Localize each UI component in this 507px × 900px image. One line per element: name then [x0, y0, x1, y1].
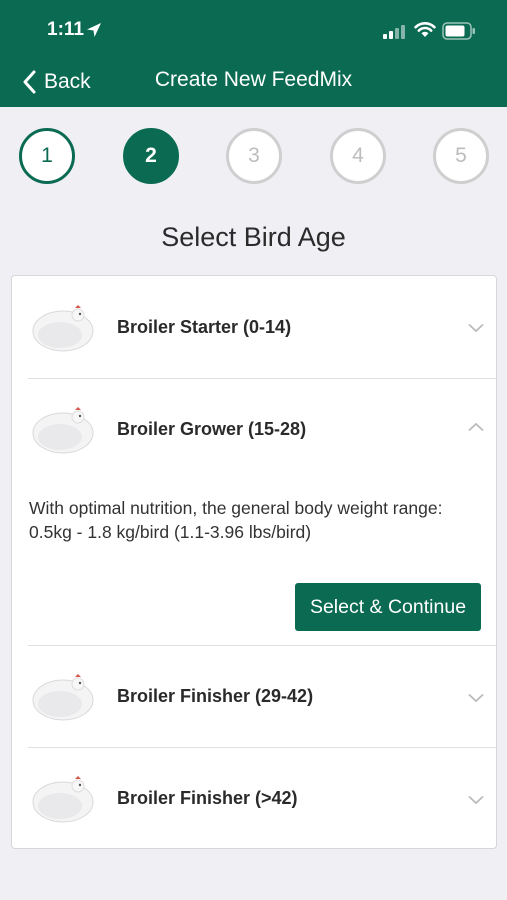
chicken-image: [32, 776, 94, 823]
bird-age-list: Broiler Starter (0-14) Broiler Grower (1…: [11, 275, 497, 849]
age-option-finisher-29-42[interactable]: Broiler Finisher (29-42): [12, 646, 496, 747]
step-1[interactable]: 1: [19, 128, 75, 184]
battery-icon: [442, 22, 475, 40]
status-bar: 1:11: [0, 0, 507, 56]
age-option-title: Broiler Finisher (>42): [117, 788, 298, 808]
chevron-down-icon[interactable]: [468, 693, 484, 703]
chevron-down-icon[interactable]: [468, 795, 484, 805]
age-option-starter[interactable]: Broiler Starter (0-14): [12, 276, 496, 378]
chicken-image: [32, 407, 94, 454]
step-4: 4: [330, 128, 386, 184]
header-title-text: Create New FeedMix: [154, 68, 353, 91]
age-option-description: With optimal nutrition, the general body…: [29, 498, 443, 542]
age-option-grower[interactable]: Broiler Grower (15-28): [12, 379, 496, 480]
cellular-signal-icon: [383, 25, 405, 39]
step-indicator: 1 2 3 4 5: [0, 128, 507, 186]
age-option-title: Broiler Finisher (29-42): [117, 686, 314, 706]
select-continue-button[interactable]: Select & Continue: [295, 583, 481, 631]
location-arrow-icon: [87, 23, 101, 37]
chicken-image: [32, 674, 94, 721]
step-2[interactable]: 2: [123, 128, 179, 184]
step-5: 5: [433, 128, 489, 184]
chicken-image: [32, 305, 94, 352]
app-header: 1:11 Back Create New FeedMix: [0, 0, 507, 107]
age-option-title: Broiler Grower (15-28): [117, 419, 307, 439]
chevron-up-icon[interactable]: [468, 422, 484, 432]
status-time: 1:11: [47, 19, 84, 40]
chevron-down-icon[interactable]: [468, 323, 484, 333]
wifi-icon: [414, 22, 436, 37]
page-title: Select Bird Age: [161, 222, 346, 252]
age-option-title: Broiler Starter (0-14): [117, 317, 292, 337]
age-option-finisher-42-plus[interactable]: Broiler Finisher (>42): [12, 748, 496, 849]
page-header-title: Create New FeedMix: [0, 68, 507, 92]
step-3: 3: [226, 128, 282, 184]
